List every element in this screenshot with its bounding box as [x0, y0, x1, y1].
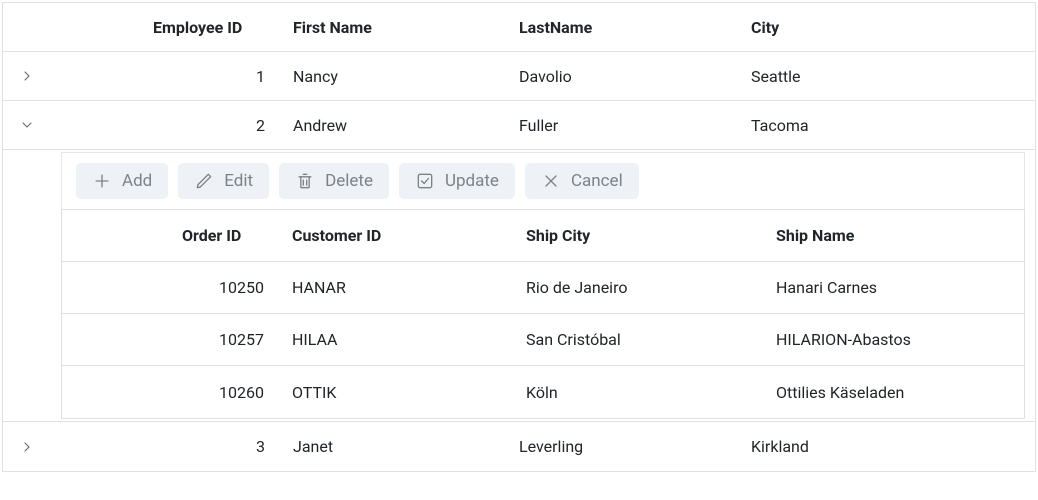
child-cell-order-id: 10250: [62, 278, 282, 297]
header-last-name[interactable]: LastName: [515, 18, 747, 37]
child-cell-customer-id: OTTIK: [282, 383, 522, 402]
child-row[interactable]: 10260 OTTIK Köln Ottilies Käseladen: [62, 366, 1024, 418]
cell-last-name: Davolio: [515, 67, 747, 86]
cancel-button-label: Cancel: [571, 171, 623, 191]
expand-toggle[interactable]: [3, 117, 51, 133]
cell-last-name: Leverling: [515, 437, 747, 456]
child-cell-ship-name: Hanari Carnes: [772, 278, 1024, 297]
child-cell-order-id: 10257: [62, 330, 282, 349]
chevron-down-icon: [19, 117, 35, 133]
edit-button[interactable]: Edit: [178, 163, 269, 199]
delete-button[interactable]: Delete: [279, 163, 389, 199]
cell-first-name: Janet: [283, 437, 515, 456]
child-row[interactable]: 10257 HILAA San Cristóbal HILARION-Abast…: [62, 314, 1024, 366]
child-header-ship-city[interactable]: Ship City: [522, 226, 772, 245]
trash-icon: [295, 171, 315, 191]
update-button-label: Update: [445, 171, 499, 191]
child-cell-ship-name: HILARION-Abastos: [772, 330, 1024, 349]
cell-city: Seattle: [747, 67, 979, 86]
child-cell-order-id: 10260: [62, 383, 282, 402]
delete-button-label: Delete: [325, 171, 373, 191]
cancel-icon: [541, 171, 561, 191]
cell-city: Kirkland: [747, 437, 979, 456]
expand-toggle[interactable]: [3, 439, 51, 455]
child-header-order-id[interactable]: Order ID: [62, 226, 282, 245]
save-check-icon: [415, 171, 435, 191]
header-city[interactable]: City: [747, 18, 979, 37]
master-grid-header: Employee ID First Name LastName City: [3, 3, 1035, 52]
pencil-icon: [194, 171, 214, 191]
cancel-button[interactable]: Cancel: [525, 163, 639, 199]
child-grid-toolbar: Add Edit Delete Update Cancel: [61, 152, 1025, 209]
child-cell-customer-id: HILAA: [282, 330, 522, 349]
master-grid: Employee ID First Name LastName City 1 N…: [2, 2, 1036, 472]
child-cell-ship-city: Rio de Janeiro: [522, 278, 772, 297]
master-row[interactable]: 3 Janet Leverling Kirkland: [3, 422, 1035, 471]
cell-employee-id: 1: [51, 67, 283, 86]
add-button-label: Add: [122, 171, 152, 191]
child-header-customer-id[interactable]: Customer ID: [282, 226, 522, 245]
master-row[interactable]: 2 Andrew Fuller Tacoma: [3, 101, 1035, 150]
edit-button-label: Edit: [224, 171, 253, 191]
header-first-name[interactable]: First Name: [283, 18, 515, 37]
expand-toggle[interactable]: [3, 68, 51, 84]
master-row[interactable]: 1 Nancy Davolio Seattle: [3, 52, 1035, 101]
cell-city: Tacoma: [747, 116, 979, 135]
child-cell-ship-name: Ottilies Käseladen: [772, 383, 1024, 402]
update-button[interactable]: Update: [399, 163, 515, 199]
plus-icon: [92, 171, 112, 191]
cell-last-name: Fuller: [515, 116, 747, 135]
cell-employee-id: 2: [51, 116, 283, 135]
child-cell-customer-id: HANAR: [282, 278, 522, 297]
child-header-ship-name[interactable]: Ship Name: [772, 226, 1024, 245]
cell-first-name: Andrew: [283, 116, 515, 135]
child-row[interactable]: 10250 HANAR Rio de Janeiro Hanari Carnes: [62, 262, 1024, 314]
child-grid: Order ID Customer ID Ship City Ship Name…: [61, 209, 1025, 419]
chevron-right-icon: [19, 439, 35, 455]
add-button[interactable]: Add: [76, 163, 168, 199]
child-cell-ship-city: San Cristóbal: [522, 330, 772, 349]
chevron-right-icon: [19, 68, 35, 84]
header-employee-id[interactable]: Employee ID: [51, 18, 283, 37]
cell-employee-id: 3: [51, 437, 283, 456]
cell-first-name: Nancy: [283, 67, 515, 86]
child-grid-header: Order ID Customer ID Ship City Ship Name: [62, 210, 1024, 262]
child-cell-ship-city: Köln: [522, 383, 772, 402]
detail-row: Add Edit Delete Update Cancel Order ID: [3, 150, 1035, 422]
